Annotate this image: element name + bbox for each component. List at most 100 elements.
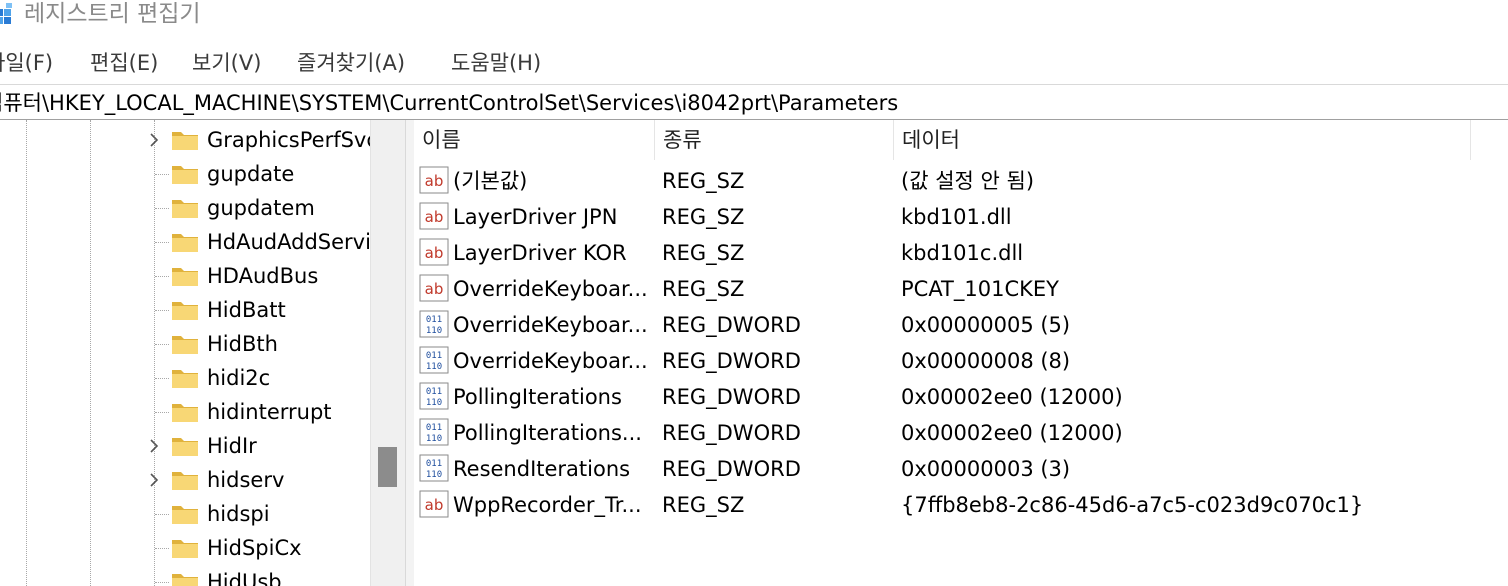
folder-icon [172, 302, 198, 320]
svg-text:ab: ab [425, 244, 444, 262]
value-row[interactable]: ab OverrideKeyboar... REG_SZ PCAT_101CKEY [414, 271, 1508, 307]
column-header-name[interactable]: 이름 [414, 120, 655, 160]
value-data: 0x00002ee0 (12000) [901, 421, 1123, 445]
svg-text:ab: ab [425, 208, 444, 226]
chevron-right-icon[interactable] [146, 438, 162, 454]
tree-item[interactable]: HidUsb [0, 565, 370, 586]
tree-item[interactable]: HidIr [0, 429, 370, 463]
folder-icon [172, 166, 198, 184]
value-row[interactable]: ab LayerDriver JPN REG_SZ kbd101.dll [414, 199, 1508, 235]
tree-branch-line [155, 344, 169, 345]
value-row[interactable]: 011 110 OverrideKeyboar... REG_DWORD 0x00000… [414, 343, 1508, 379]
folder-icon [172, 132, 198, 150]
value-row[interactable]: ab WppRecorder_Tr... REG_SZ {7ffb8eb8-2c86-… [414, 487, 1508, 523]
value-type: REG_DWORD [662, 457, 801, 481]
tree-item[interactable]: HdAudAddService [0, 225, 370, 259]
folder-icon [172, 336, 198, 354]
value-name: WppRecorder_Tr... [453, 493, 642, 517]
menu-edit[interactable]: 편집(E) [90, 48, 158, 78]
value-data: 0x00000005 (5) [901, 313, 1071, 337]
tree-item-label: hidinterrupt [207, 400, 332, 424]
tree-item[interactable]: GraphicsPerfSvc [0, 123, 370, 157]
svg-text:ab: ab [425, 496, 444, 514]
tree-item-label: HidBth [207, 332, 278, 356]
menu-file[interactable]: 파일(F) [0, 48, 53, 78]
folder-icon [172, 404, 198, 422]
tree-vertical-scrollbar[interactable] [370, 120, 405, 586]
value-data: 0x00002ee0 (12000) [901, 385, 1123, 409]
tree-branch-line [155, 310, 169, 311]
tree-item[interactable]: HidBatt [0, 293, 370, 327]
folder-icon [172, 200, 198, 218]
scrollbar-thumb[interactable] [378, 447, 397, 487]
address-bar[interactable]: 컴퓨터\HKEY_LOCAL_MACHINE\SYSTEM\CurrentCon… [0, 84, 1508, 120]
value-name: OverrideKeyboar... [453, 313, 648, 337]
value-name: OverrideKeyboar... [453, 277, 648, 301]
tree-branch-line [155, 514, 169, 515]
column-header-type-label: 종류 [663, 128, 702, 152]
tree-item[interactable]: hidspi [0, 497, 370, 531]
tree-item-label: HidIr [207, 434, 257, 458]
column-header-type[interactable]: 종류 [655, 120, 894, 160]
value-name: (기본값) [453, 169, 528, 193]
column-header-data[interactable]: 데이터 [894, 120, 1471, 160]
tree-item-label: HidUsb [207, 570, 282, 586]
tree-item-label: hidi2c [207, 366, 271, 390]
tree-item-label: hidspi [207, 502, 270, 526]
svg-text:011: 011 [426, 387, 442, 397]
value-row[interactable]: 011 110 ResendIterations REG_DWORD 0x0000000… [414, 451, 1508, 487]
value-type: REG_DWORD [662, 349, 801, 373]
value-type: REG_SZ [662, 493, 745, 517]
menu-help[interactable]: 도움말(H) [451, 48, 541, 78]
address-path[interactable]: 컴퓨터\HKEY_LOCAL_MACHINE\SYSTEM\CurrentCon… [0, 89, 898, 117]
value-data: {7ffb8eb8-2c86-45d6-a7c5-c023d9c070c1} [901, 493, 1364, 517]
value-name: LayerDriver JPN [453, 205, 618, 229]
key-tree-pane[interactable]: GraphicsPerfSvc gupdate gupdatem HdAudAddSe… [0, 120, 405, 586]
values-list-pane[interactable]: 이름 종류 데이터 ab (기본값) REG_SZ (값 설정 안 됨) ab Layer… [414, 120, 1508, 586]
value-row[interactable]: 011 110 PollingIterations... REG_DWORD 0x000… [414, 415, 1508, 451]
chevron-right-icon[interactable] [146, 132, 162, 148]
tree-item[interactable]: HidBth [0, 327, 370, 361]
tree-item[interactable]: HidSpiCx [0, 531, 370, 565]
folder-icon [172, 234, 198, 252]
menu-bar: 파일(F) 편집(E) 보기(V) 즐겨찾기(A) 도움말(H) [0, 44, 1508, 84]
folder-icon [172, 574, 198, 586]
value-row[interactable]: 011 110 PollingIterations REG_DWORD 0x00002e… [414, 379, 1508, 415]
tree-branch-line [155, 548, 169, 549]
tree-item[interactable]: hidi2c [0, 361, 370, 395]
binary-value-icon: 011110 [419, 346, 449, 374]
column-header-name-label: 이름 [422, 128, 461, 152]
folder-icon [172, 370, 198, 388]
menu-view[interactable]: 보기(V) [192, 48, 261, 78]
svg-text:110: 110 [426, 470, 442, 480]
tree-item[interactable]: HDAudBus [0, 259, 370, 293]
value-type: REG_SZ [662, 169, 745, 193]
value-row[interactable]: ab (기본값) REG_SZ (값 설정 안 됨) [414, 163, 1508, 199]
value-row[interactable]: ab LayerDriver KOR REG_SZ kbd101c.dll [414, 235, 1508, 271]
tree-item-label: HdAudAddService [207, 230, 370, 254]
tree-item-label: HidBatt [207, 298, 286, 322]
svg-text:011: 011 [426, 315, 442, 325]
tree-branch-line [155, 174, 169, 175]
value-data: kbd101c.dll [901, 241, 1024, 265]
tree-branch-line [155, 208, 169, 209]
tree-item[interactable]: hidinterrupt [0, 395, 370, 429]
tree-item[interactable]: hidserv [0, 463, 370, 497]
svg-text:110: 110 [426, 398, 442, 408]
folder-icon [172, 540, 198, 558]
window-title: 레지스트리 편집기 [24, 1, 201, 27]
registry-editor-icon [0, 3, 12, 24]
tree-item-label: gupdate [207, 162, 295, 186]
value-row[interactable]: 011 110 OverrideKeyboar... REG_DWORD 0x00000… [414, 307, 1508, 343]
chevron-right-icon[interactable] [146, 472, 162, 488]
svg-text:110: 110 [426, 362, 442, 372]
menu-favorites[interactable]: 즐겨찾기(A) [297, 48, 405, 78]
title-bar: 레지스트리 편집기 [0, 0, 1508, 34]
tree-item[interactable]: gupdatem [0, 191, 370, 225]
tree-item[interactable]: gupdate [0, 157, 370, 191]
tree-item-label: gupdatem [207, 196, 315, 220]
value-name: PollingIterations... [453, 421, 642, 445]
value-data: kbd101.dll [901, 205, 1012, 229]
value-name: OverrideKeyboar... [453, 349, 648, 373]
tree-item-label: HidSpiCx [207, 536, 302, 560]
